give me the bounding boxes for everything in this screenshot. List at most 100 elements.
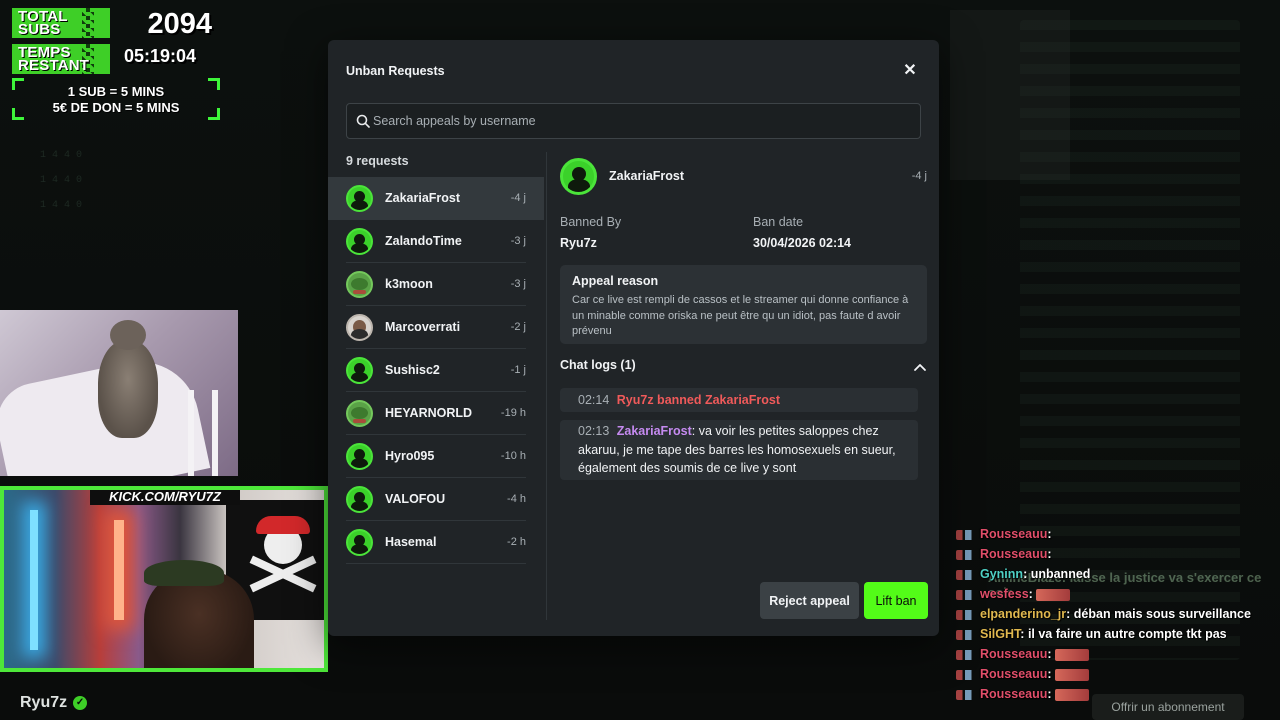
request-item[interactable]: ZalandoTime -3 j [328, 220, 544, 263]
bed-rail [188, 390, 218, 476]
chat-username[interactable]: Rousseauu [980, 647, 1047, 661]
avatar-body [353, 419, 366, 423]
chat-separator: : [1020, 627, 1028, 641]
beret [144, 560, 224, 586]
lift-ban-button[interactable]: Lift ban [864, 582, 928, 619]
chat-message: Gyninn: unbanned [956, 564, 1276, 584]
avatar [346, 185, 373, 212]
red-light [114, 520, 124, 620]
chat-username[interactable]: SilGHT [980, 627, 1020, 641]
request-time: -4 h [507, 493, 526, 505]
request-username: Hyro095 [385, 449, 435, 463]
chat-username[interactable]: Rousseauu [980, 667, 1047, 681]
chat-badge-icon [956, 669, 978, 680]
chat-badge-icon [956, 629, 978, 640]
request-username: Marcoverrati [385, 320, 461, 334]
chat-username[interactable]: Gyninn [980, 567, 1023, 581]
chat-overlay: Rousseauu: Rousseauu: Gyninn: unbanned we… [956, 524, 1276, 704]
request-item[interactable]: Marcoverrati -2 j [328, 306, 544, 349]
avatar-body [351, 243, 368, 253]
chat-logs-toggle[interactable]: Chat logs (1) [560, 358, 927, 378]
chat-badge-icon [956, 569, 978, 580]
avatar [346, 314, 373, 341]
search-box[interactable] [346, 103, 921, 139]
chat-badge-icon [956, 649, 978, 660]
chat-separator: : [1047, 547, 1052, 561]
ban-date-value: 30/04/2026 02:14 [753, 236, 852, 250]
chat-separator: : [1028, 587, 1037, 601]
chat-message: Rousseauu: [956, 544, 1276, 564]
avatar-body [568, 179, 590, 192]
chat-message: elpanderino_jr: déban mais sous surveill… [956, 604, 1276, 624]
request-list: ZakariaFrost -4 j ZalandoTime -3 j k3moon -3 … [328, 177, 544, 564]
chat-username[interactable]: elpanderino_jr [980, 607, 1066, 621]
streamer-name[interactable]: Ryu7z ✓ [20, 694, 88, 712]
detail-time: -4 j [911, 170, 927, 182]
chat-separator: : [1047, 527, 1052, 541]
close-icon[interactable]: ✕ [901, 62, 919, 80]
request-item[interactable]: HEYARNORLD -19 h [328, 392, 544, 435]
avatar-body [351, 501, 368, 511]
request-username: k3moon [385, 277, 433, 291]
avatar-body [351, 458, 368, 468]
modal-title: Unban Requests [346, 64, 445, 78]
avatar [346, 529, 373, 556]
request-item[interactable]: ZakariaFrost -4 j [328, 177, 544, 220]
request-item[interactable]: Sushisc2 -1 j [328, 349, 544, 392]
chat-username[interactable]: Rousseauu [980, 527, 1047, 541]
avatar [346, 400, 373, 427]
subs-widget: TOTAL SUBS 2094 TEMPS RESTANT 05:19:04 [12, 8, 220, 78]
request-username: Hasemal [385, 535, 437, 549]
chat-log-entry: 02:14 Ryu7z banned ZakariaFrost [560, 388, 918, 412]
cat-head [110, 320, 146, 350]
search-input[interactable] [373, 104, 913, 138]
chat-username[interactable]: Rousseauu [980, 547, 1047, 561]
chat-message: wesfess: [956, 584, 1276, 604]
time-left-label: TEMPS RESTANT [12, 44, 110, 74]
total-subs-value: 2094 [147, 8, 212, 40]
chat-badge-icon [956, 529, 978, 540]
row-divider [346, 563, 526, 564]
verified-icon: ✓ [73, 695, 88, 710]
avatar-head [351, 278, 368, 290]
request-username: VALOFOU [385, 492, 446, 506]
chat-log-entry: 02:13 ZakariaFrost: va voir les petites … [560, 420, 918, 480]
avatar-body [351, 544, 368, 554]
request-item[interactable]: VALOFOU -4 h [328, 478, 544, 521]
chat-username[interactable]: Rousseauu [980, 687, 1047, 701]
request-username: Sushisc2 [385, 363, 440, 377]
streamer-name-text: Ryu7z [20, 694, 68, 711]
chat-badge-icon [956, 589, 978, 600]
blue-light [30, 510, 38, 650]
chat-badge-icon [956, 689, 978, 700]
emote-icon [1036, 588, 1071, 601]
rules-widget: 1 SUB = 5 MINS 5€ DE DON = 5 MINS [12, 78, 220, 120]
avatar [346, 228, 373, 255]
chat-message: Rousseauu: [956, 524, 1276, 544]
chat-text: unbanned [1030, 567, 1091, 581]
chat-badge-icon [956, 609, 978, 620]
chat-username[interactable]: wesfess [980, 587, 1029, 601]
request-item[interactable]: k3moon -3 j [328, 263, 544, 306]
reject-appeal-button[interactable]: Reject appeal [760, 582, 859, 619]
request-username: ZalandoTime [385, 234, 462, 248]
unban-requests-modal: Unban Requests ✕ 9 requests ZakariaFrost… [328, 40, 939, 636]
avatar [346, 486, 373, 513]
ban-date-label: Ban date [753, 215, 804, 229]
chat-separator: : [1047, 687, 1056, 701]
request-item[interactable]: Hyro095 -10 h [328, 435, 544, 478]
request-time: -10 h [500, 450, 526, 462]
rule-donation: 5€ DE DON = 5 MINS [52, 100, 180, 115]
search-icon [356, 114, 370, 128]
emote-icon [1055, 688, 1090, 701]
emote-icon [1055, 668, 1090, 681]
request-time: -4 j [510, 192, 526, 204]
request-time: -2 j [510, 321, 526, 333]
cat-camera [0, 310, 238, 476]
rule-sub: 1 SUB = 5 MINS [67, 84, 165, 99]
request-item[interactable]: Hasemal -2 h [328, 521, 544, 564]
chat-separator: : [1047, 647, 1056, 661]
banned-by-value: Ryu7z [560, 236, 597, 250]
request-time: -19 h [500, 407, 526, 419]
chat-text: il va faire un autre compte tkt pas [1027, 627, 1227, 641]
